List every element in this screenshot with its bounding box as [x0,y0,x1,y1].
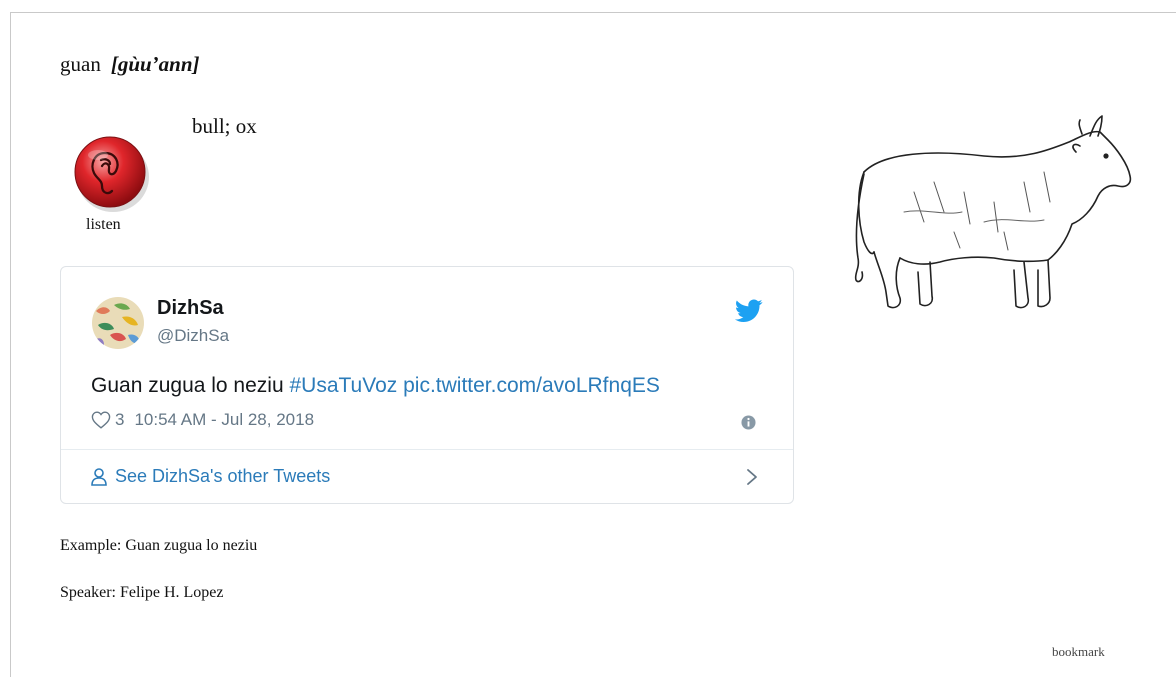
tweet-text: Guan zugua lo neziu #UsaTuVoz pic.twitte… [91,374,660,398]
heart-icon [91,411,111,429]
bull-illustration [844,112,1136,322]
pronunciation: [gùu’ann] [110,52,200,76]
tweet-meta: 3 10:54 AM - Jul 28, 2018 [91,410,314,430]
listen-button[interactable] [72,133,152,213]
listen-label: listen [86,216,121,233]
other-tweets-label: See DizhSa's other Tweets [115,466,331,486]
example-sentence: Example: Guan zugua lo neziu [60,537,258,554]
avatar[interactable] [92,297,144,349]
headword: guan [gùu’ann] [60,52,200,77]
tweet-timestamp[interactable]: 10:54 AM - Jul 28, 2018 [134,410,314,430]
headword-text: guan [60,52,101,76]
avatar-image [92,297,144,349]
pic-link[interactable]: pic.twitter.com/avoLRfnqES [403,374,660,397]
definition: bull; ox [192,114,257,138]
info-icon[interactable] [741,415,756,430]
hashtag-link[interactable]: #UsaTuVoz [289,374,397,397]
person-icon [91,467,107,486]
like-button[interactable]: 3 [91,410,124,430]
ear-icon [74,136,149,212]
tweet-author-handle[interactable]: @DizhSa [157,326,229,346]
speaker-credit: Speaker: Felipe H. Lopez [60,584,224,601]
bull-image [854,115,1132,309]
tweet-author-name[interactable]: DizhSa [157,297,224,320]
tweet-divider [61,449,793,450]
twitter-bird-icon[interactable] [734,299,763,323]
tweet-text-plain: Guan zugua lo neziu [91,374,284,397]
bookmark-link[interactable]: bookmark [1052,644,1105,660]
like-count: 3 [115,410,125,429]
chevron-right-icon[interactable] [745,468,759,486]
other-tweets-link[interactable]: See DizhSa's other Tweets [91,466,330,487]
embedded-tweet[interactable]: DizhSa @DizhSa Guan zugua lo neziu #UsaT… [60,266,794,504]
